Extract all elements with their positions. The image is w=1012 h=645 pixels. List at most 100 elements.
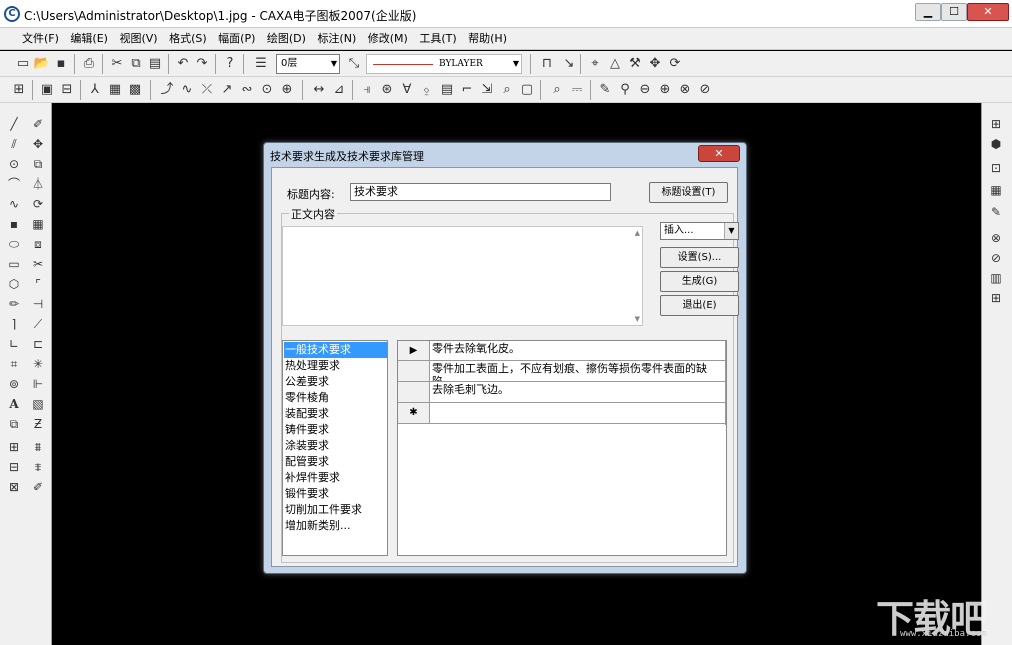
right-tool-2-icon[interactable]: ⬢: [986, 135, 1006, 153]
text-icon[interactable]: A: [4, 395, 24, 413]
menu-file[interactable]: 文件(F): [18, 28, 63, 50]
parallel-icon[interactable]: ⫽: [4, 135, 24, 153]
curve-1-icon[interactable]: ⤴: [158, 81, 176, 99]
bom-icon[interactable]: ▦: [106, 81, 124, 99]
list-item[interactable]: 装配要求: [284, 406, 387, 422]
title-content-input[interactable]: 技术要求: [350, 183, 611, 201]
curve-6-icon[interactable]: ⊙: [258, 81, 276, 99]
rotate-icon[interactable]: ⟳: [28, 195, 48, 213]
right-tool-9-icon[interactable]: ⊞: [986, 289, 1006, 307]
move-icon[interactable]: ✥: [28, 135, 48, 153]
generate-button[interactable]: 生成(G): [660, 271, 739, 292]
table-row[interactable]: 去除毛刺飞边。: [398, 382, 726, 403]
symbol-7-icon[interactable]: ⇲: [478, 81, 496, 99]
copy-icon[interactable]: ⧉: [127, 55, 145, 73]
symbol-4-icon[interactable]: ⍚: [418, 81, 436, 99]
open-folder-icon[interactable]: 📂: [33, 55, 51, 73]
menu-format[interactable]: 格式(S): [165, 28, 211, 50]
list-item[interactable]: 切削加工件要求: [284, 502, 387, 518]
linetype-combo[interactable]: BYLAYER ▼: [366, 54, 522, 74]
explode-icon[interactable]: ✳: [28, 355, 48, 373]
toolbar-tool-6-icon[interactable]: ✥: [646, 55, 664, 73]
print-icon[interactable]: ⎙: [80, 55, 98, 73]
zoom-1-icon[interactable]: ✎: [596, 81, 614, 99]
symbol-1-icon[interactable]: ⫣: [358, 81, 376, 99]
insert-combo[interactable]: 插入... ▼: [660, 222, 739, 240]
toolbar-tool-5-icon[interactable]: ⚒: [626, 55, 644, 73]
parts-icon[interactable]: ⅄: [86, 81, 104, 99]
menu-draw[interactable]: 绘图(D): [263, 28, 310, 50]
list-item[interactable]: 补焊件要求: [284, 470, 387, 486]
menu-help[interactable]: 帮助(H): [464, 28, 511, 50]
menu-view[interactable]: 视图(V): [115, 28, 161, 50]
insert-block-icon[interactable]: ⧉: [4, 415, 24, 433]
right-tool-3-icon[interactable]: ⊡: [986, 159, 1006, 177]
spline-icon[interactable]: ∿: [4, 195, 24, 213]
right-tool-1-icon[interactable]: ⊞: [986, 115, 1006, 133]
exit-button[interactable]: 退出(E): [660, 295, 739, 316]
scroll-down-icon[interactable]: ▼: [635, 315, 640, 323]
redo-icon[interactable]: ↷: [193, 55, 211, 73]
cut-icon[interactable]: ✂: [108, 55, 126, 73]
fillet-icon[interactable]: ⌜: [28, 275, 48, 293]
maximize-button[interactable]: ☐: [941, 3, 967, 21]
toolbar-tool-2-icon[interactable]: ↘: [560, 55, 578, 73]
rectangle-icon[interactable]: ▭: [4, 255, 24, 273]
symbol-8-icon[interactable]: ⌕: [498, 81, 516, 99]
extend-icon[interactable]: ⊣: [28, 295, 48, 313]
list-item[interactable]: 公差要求: [284, 374, 387, 390]
curve-7-icon[interactable]: ⊕: [278, 81, 296, 99]
symbol-9-icon[interactable]: ▢: [518, 81, 536, 99]
mirror-icon[interactable]: ⏃: [28, 175, 48, 193]
list-item[interactable]: 增加新类别...: [284, 518, 387, 534]
close-window-button[interactable]: ✕: [967, 3, 1009, 21]
menu-dimension[interactable]: 标注(N): [313, 28, 360, 50]
ellipse-icon[interactable]: ⬭: [4, 235, 24, 253]
toolbar-tool-1-icon[interactable]: ⊓: [538, 55, 556, 73]
right-tool-4-icon[interactable]: ▦: [986, 181, 1006, 199]
minimize-button[interactable]: ▁: [915, 3, 941, 21]
query-1-icon[interactable]: ⌕: [548, 81, 566, 99]
symbol-2-icon[interactable]: ⊛: [378, 81, 396, 99]
menu-edit[interactable]: 编辑(E): [66, 28, 112, 50]
tool-28-icon[interactable]: ⩩: [28, 438, 48, 456]
curve-5-icon[interactable]: ∾: [238, 81, 256, 99]
zoom-4-icon[interactable]: ⊕: [656, 81, 674, 99]
tool-32-icon[interactable]: ✐: [28, 478, 48, 496]
eraser-icon[interactable]: ✐: [28, 115, 48, 133]
polygon-icon[interactable]: ⬡: [4, 275, 24, 293]
circle-icon[interactable]: ⊙: [4, 155, 24, 173]
table-row[interactable]: ▶ 零件去除氧化皮。: [398, 341, 726, 361]
zoom-3-icon[interactable]: ⊖: [636, 81, 654, 99]
title-settings-button[interactable]: 标题设置(T): [649, 182, 728, 203]
query-2-icon[interactable]: ⎓: [568, 81, 586, 99]
line-icon[interactable]: ╱: [4, 115, 24, 133]
tool-27-icon[interactable]: ⊞: [4, 438, 24, 456]
table-row[interactable]: 零件加工表面上，不应有划痕、擦伤等损伤零件表面的缺陷。: [398, 361, 726, 382]
menu-sheet[interactable]: 幅面(P): [214, 28, 259, 50]
toolbar-tool-7-icon[interactable]: ⟳: [666, 55, 684, 73]
right-tool-8-icon[interactable]: ▥: [986, 269, 1006, 287]
dimension-2-icon[interactable]: ⊿: [330, 81, 348, 99]
array-icon[interactable]: ▦: [28, 215, 48, 233]
layer-combo[interactable]: 0层 ▼: [276, 54, 340, 74]
table-row[interactable]: ✱: [398, 403, 726, 424]
trim-icon[interactable]: ✂: [28, 255, 48, 273]
list-item[interactable]: 锻件要求: [284, 486, 387, 502]
list-item[interactable]: 零件棱角: [284, 390, 387, 406]
curve-2-icon[interactable]: ∿: [178, 81, 196, 99]
copy-tool-icon[interactable]: ⧉: [28, 155, 48, 173]
list-item[interactable]: 一般技术要求: [284, 342, 387, 358]
break-icon[interactable]: ⟋: [28, 315, 48, 333]
toolbar-tool-3-icon[interactable]: ⌖: [586, 55, 604, 73]
point-icon[interactable]: ▪: [4, 215, 24, 233]
dim-icon[interactable]: ⊩: [28, 375, 48, 393]
symbol-3-icon[interactable]: ∀: [398, 81, 416, 99]
scale-icon[interactable]: ⧈: [28, 235, 48, 253]
dimension-1-icon[interactable]: ↔: [310, 81, 328, 99]
list-item[interactable]: 铸件要求: [284, 422, 387, 438]
zoom-2-icon[interactable]: ⚲: [616, 81, 634, 99]
menu-tools[interactable]: 工具(T): [415, 28, 460, 50]
right-tool-5-icon[interactable]: ✎: [986, 203, 1006, 221]
right-tool-6-icon[interactable]: ⊗: [986, 229, 1006, 247]
